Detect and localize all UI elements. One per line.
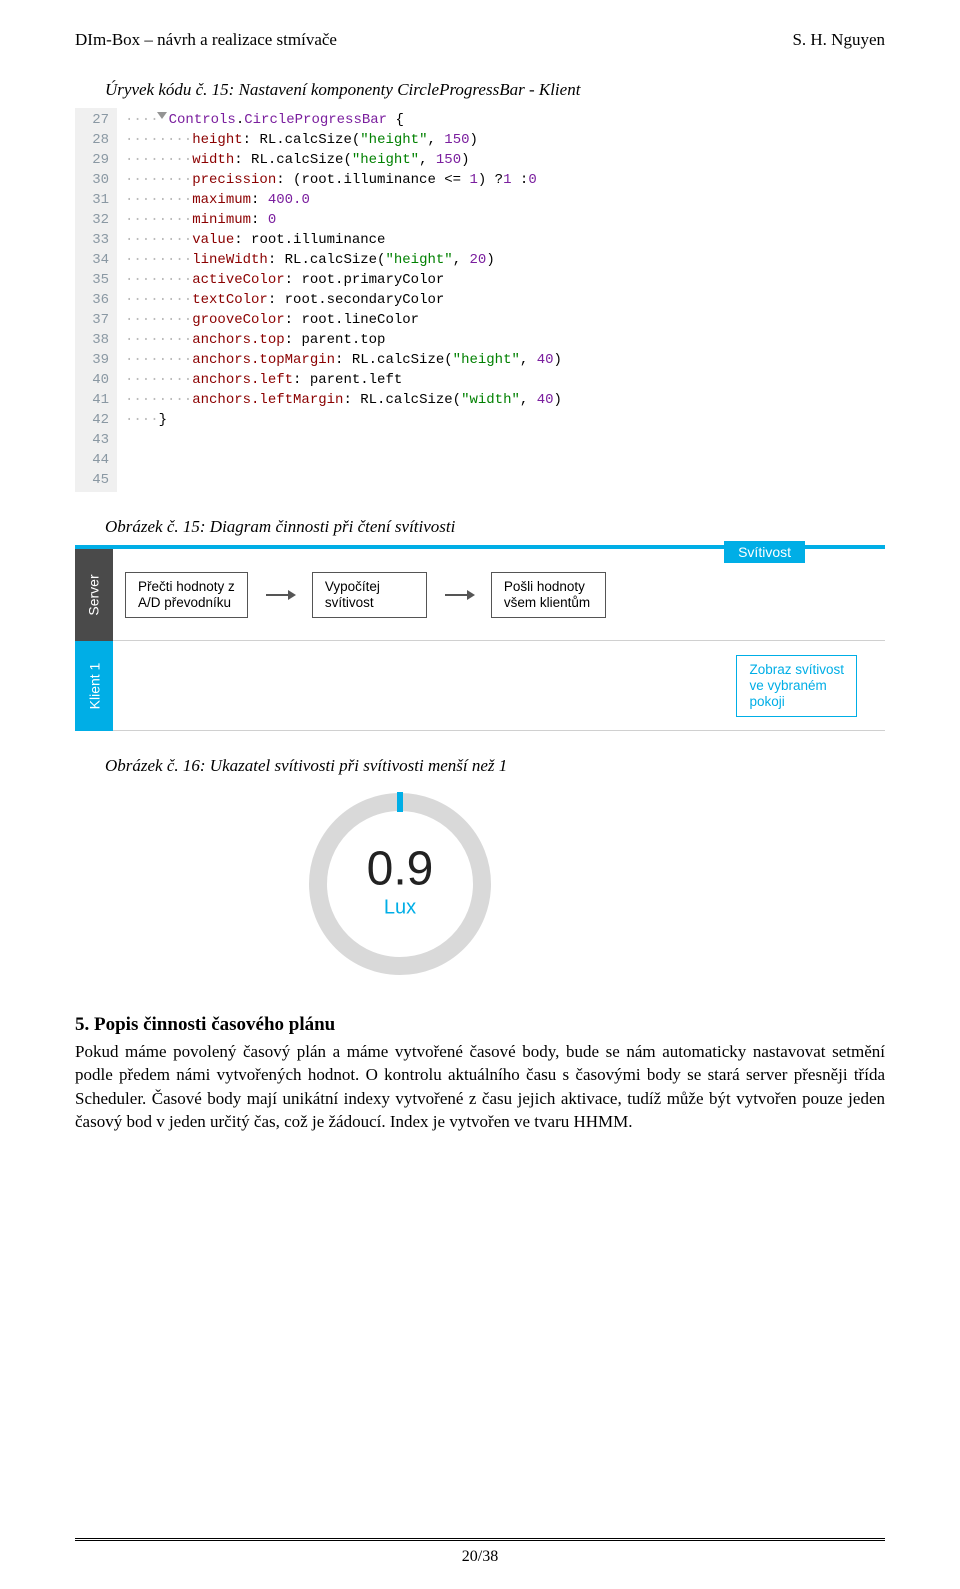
gauge-value: 0.9 xyxy=(367,846,434,894)
code-snippet: 27282930313233343536373839404142434445 ·… xyxy=(75,108,885,492)
section-body: Pokud máme povolený časový plán a máme v… xyxy=(75,1040,885,1134)
diagram-box: Pošli hodnoty všem klientům xyxy=(491,572,606,618)
diagram-box: Přečti hodnoty z A/D převodníku xyxy=(125,572,248,618)
section-title-text: Popis činnosti časového plánu xyxy=(94,1014,335,1035)
lane-label-server: Server xyxy=(86,574,102,615)
diagram-box: Vypočítej svítivost xyxy=(312,572,427,618)
section-heading: 5. Popis činnosti časového plánu xyxy=(75,1014,885,1036)
diagram-lane-client: Klient 1 Zobraz svítivost ve vybraném po… xyxy=(75,641,885,731)
gauge-unit: Lux xyxy=(367,897,434,920)
code-body: ····Controls.CircleProgressBar {········… xyxy=(117,108,570,492)
diagram-box: Zobraz svítivost ve vybraném pokoji xyxy=(736,655,857,717)
caption-code: Úryvek kódu č. 15: Nastavení komponenty … xyxy=(105,80,885,100)
arrow-icon xyxy=(266,594,294,596)
diagram-lane-server: Server Přečti hodnoty z A/D převodníku V… xyxy=(75,549,885,641)
arrow-icon xyxy=(445,594,473,596)
gauge-figure: 0.9 Lux xyxy=(275,784,525,984)
lane-label-client: Klient 1 xyxy=(86,663,102,710)
document-page: DIm-Box – návrh a realizace stmívače S. … xyxy=(0,0,960,1589)
page-header: DIm-Box – návrh a realizace stmívače S. … xyxy=(75,30,885,50)
activity-diagram: Server Přečti hodnoty z A/D převodníku V… xyxy=(75,545,885,731)
footer-divider xyxy=(75,1538,885,1541)
header-right: S. H. Nguyen xyxy=(792,30,885,50)
page-number: 20/38 xyxy=(0,1548,960,1566)
code-line-numbers: 27282930313233343536373839404142434445 xyxy=(75,108,117,492)
caption-diagram: Obrázek č. 15: Diagram činnosti při čten… xyxy=(105,517,885,537)
section-number: 5. xyxy=(75,1014,89,1035)
caption-gauge: Obrázek č. 16: Ukazatel svítivosti při s… xyxy=(105,756,885,776)
header-left: DIm-Box – návrh a realizace stmívače xyxy=(75,30,337,50)
